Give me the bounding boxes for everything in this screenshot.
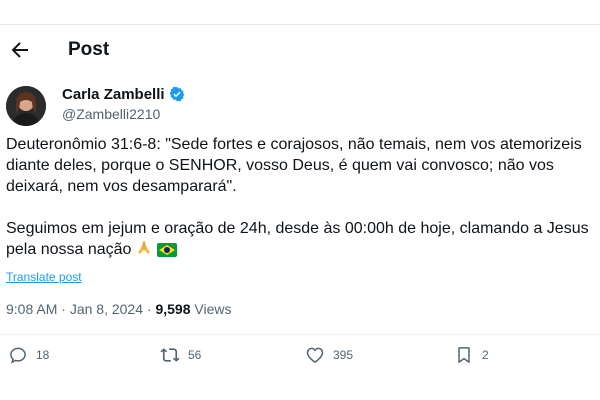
repost-icon [160,348,180,362]
translate-post-link[interactable]: Translate post [6,270,82,284]
repost-count: 56 [188,348,202,362]
author-name-text[interactable]: Carla Zambelli [62,86,165,103]
bookmark-button[interactable]: 2 [454,344,489,366]
reply-icon [10,347,26,364]
bookmark-icon [458,347,470,363]
post-view: Post Carla Zambelli @Zambelli2210 Deuter… [0,0,600,400]
meta-separator: · [61,301,66,317]
bookmark-count: 2 [482,348,489,362]
post-text: Deuteronômio 31:6-8: "Sede fortes e cora… [6,134,592,263]
brazil-flag-icon [157,242,178,263]
actions-divider [0,334,600,335]
views-count: 9,598 [155,301,191,317]
author-name[interactable]: Carla Zambelli [62,86,185,103]
praying-hands-icon [135,239,153,263]
verified-badge-icon [169,86,184,102]
post-paragraph-2: Seguimos em jejum e oração de 24h, desde… [6,218,592,263]
top-divider [0,24,600,25]
heart-icon [306,347,324,363]
action-bar: 18 56 395 2 [0,340,600,370]
post-time[interactable]: 9:08 AM [6,301,57,317]
post-date[interactable]: Jan 8, 2024 [70,301,143,317]
post-paragraph-2-text: Seguimos em jejum e oração de 24h, desde… [6,220,589,258]
like-button[interactable]: 395 [305,344,353,366]
avatar[interactable] [6,86,46,126]
repost-button[interactable]: 56 [160,344,201,366]
page-title: Post [68,39,110,60]
reply-count: 18 [36,348,50,362]
post-paragraph-1: Deuteronômio 31:6-8: "Sede fortes e cora… [6,136,582,195]
meta-separator-2: · [146,301,152,317]
reply-button[interactable]: 18 [8,344,49,366]
post-meta: 9:08 AM · Jan 8, 2024 · 9,598 Views [6,301,231,317]
header-bar: Post [0,34,600,70]
author-handle[interactable]: @Zambelli2210 [62,106,160,122]
like-count: 395 [333,348,354,362]
back-arrow-icon[interactable] [8,38,32,62]
views-label: Views [194,301,232,317]
author-row: Carla Zambelli @Zambelli2210 [6,84,596,128]
